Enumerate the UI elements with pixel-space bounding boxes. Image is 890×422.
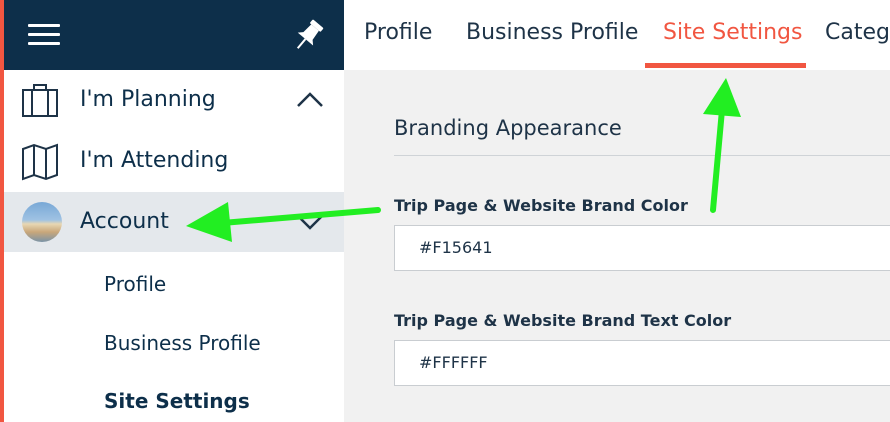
avatar (22, 202, 62, 242)
sidebar-item-label: I'm Attending (80, 148, 229, 173)
active-tab-indicator (645, 63, 806, 68)
sidebar-item-planning[interactable]: I'm Planning (4, 70, 344, 130)
sidebar-item-label: Account (80, 209, 169, 234)
brand-color-input[interactable]: #F15641 (394, 225, 890, 271)
brand-text-color-label: Trip Page & Website Brand Text Color (394, 311, 732, 330)
chevron-down-icon[interactable] (294, 208, 326, 236)
subnav-item-site-settings[interactable]: Site Settings (104, 389, 250, 413)
section-title: Branding Appearance (394, 116, 622, 140)
sidebar-header (4, 0, 344, 70)
sidebar-item-attending[interactable]: I'm Attending (4, 131, 344, 191)
tab-categories[interactable]: Catego (825, 0, 890, 66)
divider (394, 155, 890, 156)
subnav-item-business-profile[interactable]: Business Profile (104, 331, 261, 355)
brand-color-label: Trip Page & Website Brand Color (394, 196, 688, 215)
tab-site-settings[interactable]: Site Settings (663, 0, 802, 66)
chevron-up-icon[interactable] (294, 86, 326, 114)
tab-bar: Profile Business Profile Site Settings C… (344, 0, 890, 70)
sidebar: I'm Planning I'm Attending Account Profi… (0, 0, 344, 422)
tab-business-profile[interactable]: Business Profile (466, 0, 638, 66)
sidebar-item-account[interactable]: Account (4, 192, 344, 252)
main-content: Branding Appearance Trip Page & Website … (344, 70, 890, 422)
map-icon (20, 143, 60, 181)
subnav-item-profile[interactable]: Profile (104, 272, 166, 296)
pin-icon[interactable] (288, 18, 328, 54)
suitcase-icon (20, 82, 60, 120)
sidebar-item-label: I'm Planning (80, 87, 216, 112)
tab-profile[interactable]: Profile (364, 0, 432, 66)
hamburger-icon[interactable] (28, 24, 60, 46)
brand-text-color-input[interactable]: #FFFFFF (394, 340, 890, 386)
